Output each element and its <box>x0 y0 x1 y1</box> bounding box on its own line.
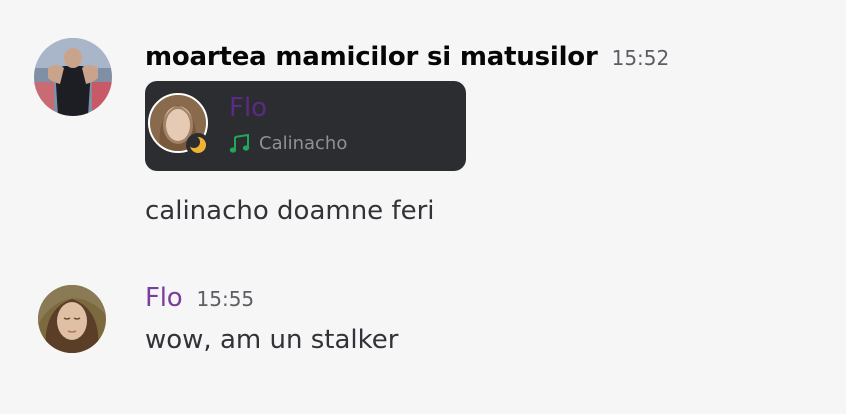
avatar-moartea[interactable] <box>34 38 112 116</box>
music-note-icon <box>229 133 251 154</box>
message-header: moartea mamicilor si matusilor 15:52 <box>145 42 669 72</box>
activity-label: Calinacho <box>259 133 348 154</box>
username[interactable]: Flo <box>145 283 183 313</box>
username[interactable]: moartea mamicilor si matusilor <box>145 42 598 72</box>
embed-username[interactable]: Flo <box>229 93 267 123</box>
timestamp[interactable]: 15:55 <box>197 287 255 311</box>
embed-activity: Calinacho <box>229 133 347 154</box>
timestamp[interactable]: 15:52 <box>612 46 670 70</box>
chat-log: moartea mamicilor si matusilor 15:52 Flo… <box>0 0 846 414</box>
avatar-flo[interactable] <box>38 285 106 353</box>
message-text: calinacho doamne feri <box>145 196 435 226</box>
avatar-image <box>38 285 106 353</box>
embed-avatar[interactable] <box>148 93 210 157</box>
message-header: Flo 15:55 <box>145 283 254 313</box>
presence-embed[interactable]: Flo Calinacho <box>145 81 466 171</box>
message-text: wow, am un stalker <box>145 325 399 355</box>
avatar-image <box>34 38 112 116</box>
idle-moon-icon <box>186 133 210 157</box>
